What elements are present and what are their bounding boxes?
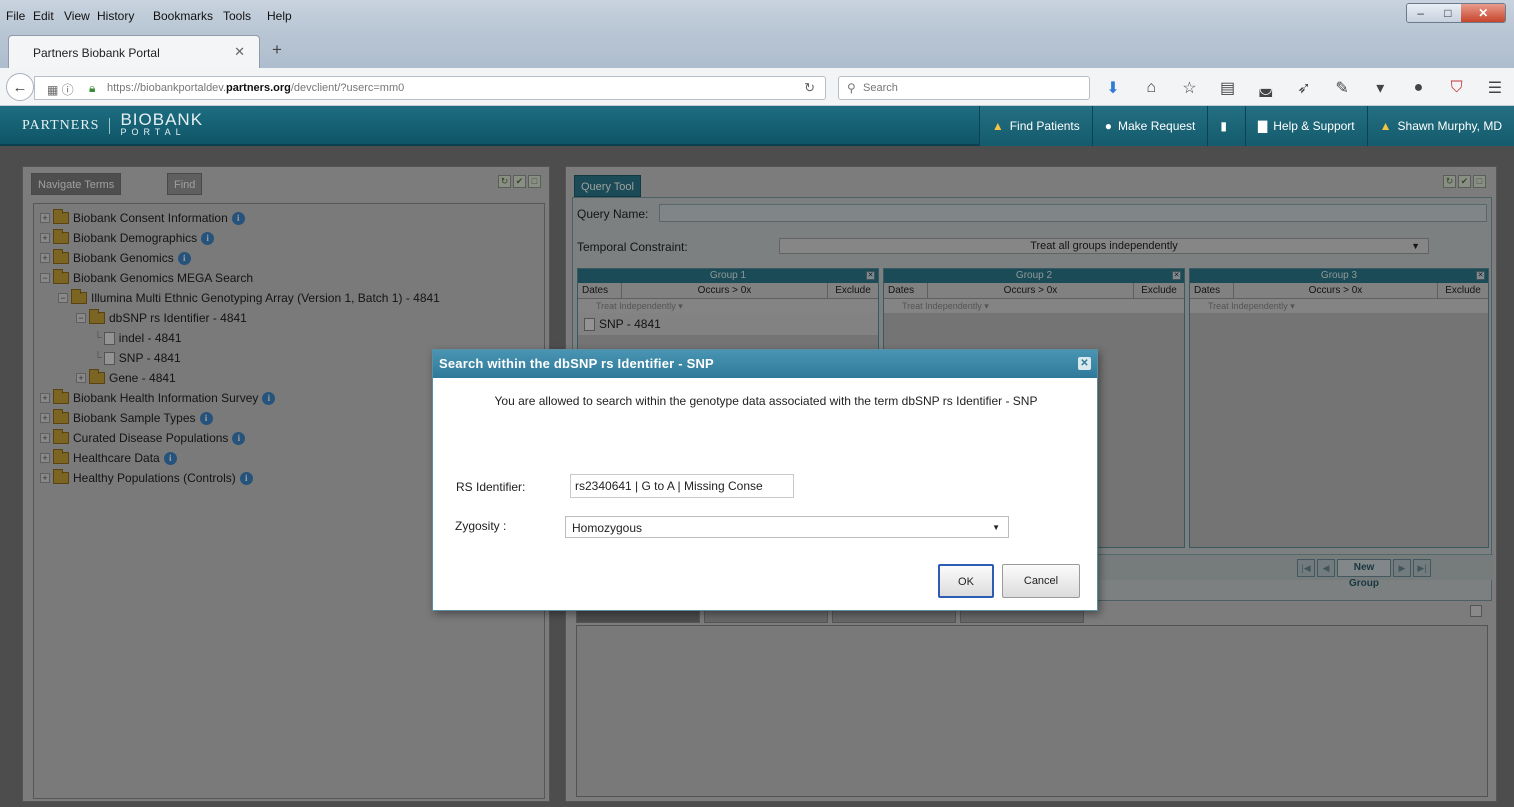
menu-view[interactable]: View	[64, 9, 90, 23]
help-book-icon: ▇	[1258, 119, 1268, 133]
maximize-icon[interactable]: □	[1434, 4, 1462, 22]
make-request-button[interactable]: ● Make Request	[1091, 106, 1208, 146]
download-icon[interactable]: ⬇	[1100, 78, 1126, 98]
notebook-icon: ▮	[1220, 119, 1227, 133]
zygosity-label: Zygosity :	[455, 519, 507, 533]
tab-title: Partners Biobank Portal	[33, 46, 160, 60]
send-icon[interactable]: ➶	[1291, 78, 1317, 98]
find-patients-button[interactable]: ▲ Find Patients	[978, 106, 1092, 146]
pocket-icon[interactable]: ◛	[1253, 78, 1279, 98]
browser-tab[interactable]: Partners Biobank Portal ✕	[8, 35, 260, 68]
partners-biobank-logo: PARTNERS BIOBANK PORTAL	[22, 110, 204, 137]
person-icon: ▲	[991, 119, 1004, 133]
help-support-button[interactable]: ▇ Help & Support	[1245, 106, 1367, 146]
app-nav: ▲ Find Patients ● Make Request ▮ ▇ Help & S…	[978, 106, 1514, 146]
menu-help[interactable]: Help	[267, 9, 292, 23]
home-icon[interactable]: ⌂	[1138, 79, 1164, 97]
dialog-close-icon[interactable]: ✕	[1078, 357, 1091, 370]
shield-icon[interactable]: ⛉	[1444, 79, 1470, 97]
chevron-down-icon: ▼	[992, 523, 1000, 532]
app-header: PARTNERS BIOBANK PORTAL ▲ Find Patients ● M…	[0, 106, 1514, 146]
search-icon: ⚲	[847, 81, 856, 95]
menu-bookmarks[interactable]: Bookmarks	[153, 9, 213, 23]
bookmark-star-icon[interactable]: ☆	[1176, 78, 1202, 98]
rs-identifier-input[interactable]	[570, 474, 794, 498]
dropdown-icon[interactable]: ▾	[1367, 78, 1393, 98]
reading-list-icon[interactable]: ▤	[1215, 78, 1241, 98]
request-icon: ●	[1104, 119, 1113, 133]
user-menu-button[interactable]: ▲ Shawn Murphy, MD	[1366, 106, 1514, 146]
page-info-icon[interactable]: ▦ ⓘ	[47, 81, 74, 98]
browser-navbar: ← ▦ ⓘ 🔒︎ https://biobankportaldev.partne…	[0, 68, 1514, 106]
rs-identifier-label: RS Identifier:	[456, 480, 526, 494]
back-arrow-icon: ←	[12, 78, 28, 96]
back-button[interactable]: ←	[6, 73, 34, 101]
reload-icon[interactable]: ↻	[804, 80, 815, 96]
dialog-title: Search within the dbSNP rs Identifier - …	[433, 350, 1097, 378]
url-text: https://biobankportaldev.partners.org/de…	[107, 82, 405, 94]
zygosity-select[interactable]: Homozygous ▼	[565, 516, 1009, 538]
user-icon: ▲	[1379, 119, 1392, 133]
hamburger-menu-icon[interactable]: ☰	[1482, 78, 1508, 98]
browser-search-box[interactable]: ⚲	[838, 76, 1090, 100]
menu-tools[interactable]: Tools	[223, 9, 251, 23]
notebook-button[interactable]: ▮	[1207, 106, 1245, 146]
url-bar[interactable]: ▦ ⓘ 🔒︎ https://biobankportaldev.partners…	[34, 76, 826, 100]
dialog-message: You are allowed to search within the gen…	[494, 394, 1038, 408]
browser-tabstrip: Partners Biobank Portal ✕ +	[0, 30, 1514, 68]
menu-edit[interactable]: Edit	[33, 9, 54, 23]
lock-icon: 🔒︎	[89, 81, 96, 95]
tab-close-icon[interactable]: ✕	[234, 44, 245, 60]
extension-icon[interactable]: ●	[1406, 79, 1432, 97]
minimize-icon[interactable]: –	[1407, 4, 1435, 22]
browser-search-input[interactable]	[863, 80, 1083, 96]
close-window-icon[interactable]: ✕	[1461, 4, 1505, 22]
ok-button[interactable]: OK	[938, 564, 994, 598]
new-tab-icon[interactable]: +	[272, 40, 282, 60]
cancel-button[interactable]: Cancel	[1002, 564, 1080, 598]
window-controls: – □ ✕	[1406, 3, 1506, 23]
browser-menubar: File Edit View History Bookmarks Tools H…	[0, 0, 1514, 30]
addon-icon[interactable]: ✎	[1329, 78, 1355, 98]
menu-file[interactable]: File	[6, 9, 25, 23]
browser-toolbar-icons: ⬇ ⌂ ☆ ▤ ◛ ➶ ✎ ▾ ● ⛉ ☰	[1100, 76, 1508, 100]
menu-history[interactable]: History	[97, 9, 134, 23]
